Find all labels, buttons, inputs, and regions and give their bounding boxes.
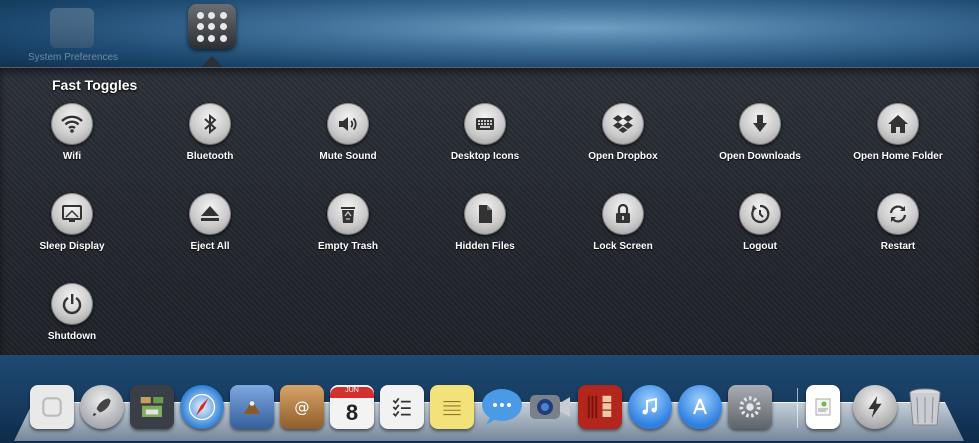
logout-icon	[739, 193, 781, 235]
calendar-icon[interactable]: JUN 8	[330, 385, 374, 429]
trash-can-icon[interactable]	[903, 385, 947, 429]
toggle-label: Desktop Icons	[450, 151, 520, 162]
hidden-file-icon	[464, 193, 506, 235]
toggle-open-downloads[interactable]: Open Downloads	[700, 103, 820, 162]
svg-text:@: @	[294, 398, 309, 416]
toggle-eject-all[interactable]: Eject All	[150, 193, 270, 252]
fast-toggles-stack-icon[interactable]	[188, 4, 236, 49]
document-preview-icon[interactable]	[806, 385, 840, 429]
calendar-day: 8	[345, 399, 359, 425]
power-icon	[51, 283, 93, 325]
system-preferences-desktop-label: System Preferences	[28, 52, 119, 63]
mail-stamp-icon[interactable]	[230, 385, 274, 429]
system-preferences-desktop-icon[interactable]	[50, 8, 94, 48]
toggle-label: Open Downloads	[719, 151, 801, 162]
toggle-label: Logout	[743, 241, 777, 252]
toggle-mute-sound[interactable]: Mute Sound	[288, 103, 408, 162]
toggle-label: Bluetooth	[186, 151, 234, 162]
safari-compass-icon[interactable]	[180, 385, 224, 429]
toggle-wifi[interactable]: Wifi	[12, 103, 132, 162]
download-arrow-icon	[739, 103, 781, 145]
calendar-month: JUN	[330, 386, 374, 398]
dropbox-icon	[602, 103, 644, 145]
toggle-label: Shutdown	[47, 331, 97, 342]
mission-control-icon[interactable]	[130, 385, 174, 429]
eject-icon	[189, 193, 231, 235]
display-icon	[51, 193, 93, 235]
toggle-label: Open Home Folder	[853, 151, 943, 162]
contacts-book-icon[interactable]: @	[280, 385, 324, 429]
toggle-label: Mute Sound	[319, 151, 377, 162]
wifi-icon	[51, 103, 93, 145]
home-icon	[877, 103, 919, 145]
toggle-label: Hidden Files	[455, 241, 515, 252]
toggle-label: Eject All	[190, 241, 230, 252]
restart-icon	[877, 193, 919, 235]
toggle-desktop-icons[interactable]: Desktop Icons	[425, 103, 545, 162]
toggle-hidden-files[interactable]: Hidden Files	[425, 193, 545, 252]
facetime-camera-icon[interactable]	[528, 385, 572, 429]
toggle-logout[interactable]: Logout	[700, 193, 820, 252]
itunes-icon[interactable]	[628, 385, 672, 429]
desktop-background: System Preferences	[0, 0, 979, 70]
toggle-lock-screen[interactable]: Lock Screen	[563, 193, 683, 252]
toggle-label: Open Dropbox	[588, 151, 658, 162]
toggle-label: Sleep Display	[39, 241, 105, 252]
reminders-icon[interactable]	[380, 385, 424, 429]
toggle-empty-trash[interactable]: Empty Trash	[288, 193, 408, 252]
toggle-label: Restart	[880, 241, 916, 252]
toggle-label: Wifi	[62, 151, 82, 162]
toggle-open-dropbox[interactable]: Open Dropbox	[563, 103, 683, 162]
toggle-bluetooth[interactable]: Bluetooth	[150, 103, 270, 162]
keyboard-icon	[464, 103, 506, 145]
toggle-label: Empty Trash	[317, 241, 379, 252]
panel-title: Fast Toggles	[52, 77, 138, 93]
toggle-open-home-folder[interactable]: Open Home Folder	[838, 103, 958, 162]
finder-icon[interactable]	[30, 385, 74, 429]
photo-booth-icon[interactable]	[578, 385, 622, 429]
toggle-label: Lock Screen	[593, 241, 653, 252]
fast-toggles-panel: Fast Toggles Wifi Bluetooth Mute Sound D…	[0, 67, 979, 356]
toggle-sleep-display[interactable]: Sleep Display	[12, 193, 132, 252]
dock-separator	[797, 388, 798, 428]
padlock-icon	[602, 193, 644, 235]
bluetooth-icon	[189, 103, 231, 145]
notes-icon[interactable]	[430, 385, 474, 429]
messages-bubble-icon[interactable]	[480, 385, 524, 429]
app-store-icon[interactable]	[678, 385, 722, 429]
system-preferences-gear-icon[interactable]	[728, 385, 772, 429]
fast-toggles-bolt-icon[interactable]	[853, 385, 897, 429]
launchpad-rocket-icon[interactable]	[80, 385, 124, 429]
speaker-icon	[327, 103, 369, 145]
recycle-trash-icon	[327, 193, 369, 235]
toggle-shutdown[interactable]: Shutdown	[12, 283, 132, 342]
toggle-restart[interactable]: Restart	[838, 193, 958, 252]
